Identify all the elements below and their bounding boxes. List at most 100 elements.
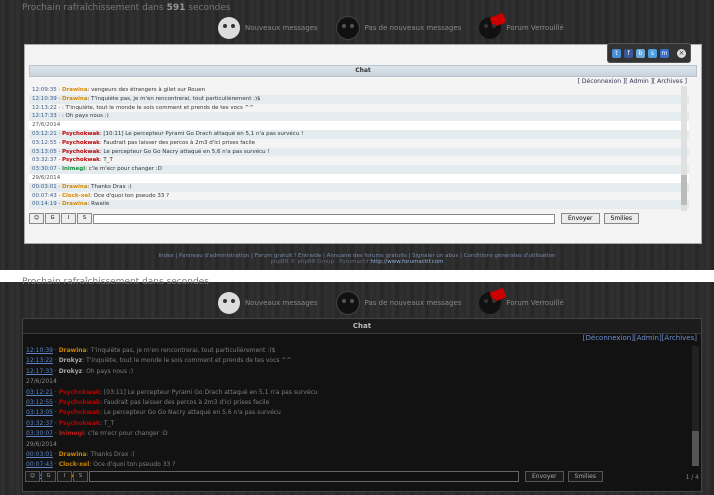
message-time[interactable]: 12:13:22 xyxy=(32,105,57,111)
message-time[interactable]: 03:12:55 xyxy=(26,399,53,406)
message-username[interactable]: Psychokwak xyxy=(59,399,100,406)
message-time[interactable]: 03:32:37 xyxy=(32,157,57,163)
message-text: : Oce d'quoi ton pseudo 33 ? xyxy=(90,192,169,199)
chat-message: 00:07:43 · Clock-xel: Oce d'quoi ton pse… xyxy=(26,461,176,469)
footer: Index | Panneau d'administration | Forum… xyxy=(0,253,714,265)
message-username[interactable]: Drokyz xyxy=(59,357,82,364)
white-skull-icon xyxy=(218,17,240,39)
italic-tool-button[interactable]: I xyxy=(61,213,76,224)
message-time[interactable]: 12:17:33 xyxy=(32,113,57,119)
chat-message-input[interactable] xyxy=(89,471,519,482)
chat-message: 12:17:33 · : Oh pays nous :) xyxy=(29,112,689,122)
message-text: : c'le m'ecr pour changer :D xyxy=(83,430,168,438)
italic-tool-button[interactable]: I xyxy=(57,471,72,482)
message-time[interactable]: 03:30:07 xyxy=(32,166,57,172)
message-username[interactable]: Drawina xyxy=(59,451,87,458)
bold-tool-button[interactable]: G xyxy=(45,213,60,224)
chat-scrollbar[interactable] xyxy=(692,346,699,466)
message-username[interactable]: Drawina xyxy=(62,201,88,207)
smilies-button[interactable]: Smilies xyxy=(603,213,640,224)
message-time[interactable]: 12:09:35 xyxy=(32,87,57,93)
legend-locked: Forum Verrouillé xyxy=(479,292,564,314)
twitter-icon[interactable]: t xyxy=(612,48,621,58)
message-username[interactable]: Psychokwak xyxy=(59,389,100,396)
footer-link[interactable]: http://www.forumactif.com xyxy=(370,259,443,265)
message-time[interactable]: 03:13:05 xyxy=(26,409,53,416)
message-text: : T'inquiète, tout le monde le sois comm… xyxy=(82,357,292,365)
refresh-countdown: Prochain rafraîchissement dans secondes xyxy=(22,277,209,287)
strike-tool-button[interactable]: S xyxy=(73,471,88,482)
message-username[interactable]: Drawina xyxy=(59,347,87,354)
message-username[interactable]: Psychokwak xyxy=(62,157,100,163)
forum-legend: Nouveaux messages Pas de nouveaux messag… xyxy=(218,16,582,40)
message-username[interactable]: Inimegi xyxy=(59,430,84,437)
message-text: : Faudrait pas laisser des percos à 2m3 … xyxy=(99,398,270,406)
chat-title: Chat xyxy=(29,65,697,77)
legend-new-messages: Nouveaux messages xyxy=(218,292,318,314)
scrollbar-thumb[interactable] xyxy=(681,175,687,205)
message-username[interactable]: Psychokwak xyxy=(62,149,100,155)
chat-panel-light: t f b s m × Chat [ Déconnexion ][ Admin … xyxy=(24,43,702,244)
chat-links[interactable]: [Déconnexion][Admin][Archives] xyxy=(583,334,697,342)
message-time[interactable]: 00:03:01 xyxy=(26,451,53,458)
legend-label: Nouveaux messages xyxy=(245,24,318,32)
message-username[interactable]: Drokyz xyxy=(59,368,82,375)
smiley-tool-button[interactable]: ☺ xyxy=(25,471,40,482)
smilies-button[interactable]: Smilies xyxy=(567,471,604,482)
chat-message: 03:12:55 · Psychokwak: Faudrait pas lais… xyxy=(32,139,255,146)
message-time[interactable]: 03:32:37 xyxy=(26,420,53,427)
message-username[interactable]: Drawina xyxy=(62,96,88,102)
bold-tool-button[interactable]: G xyxy=(41,471,56,482)
message-time[interactable]: 03:12:21 xyxy=(26,389,53,396)
message-time[interactable]: 03:13:05 xyxy=(32,149,57,155)
white-skull-icon xyxy=(218,292,240,314)
strike-tool-button[interactable]: S xyxy=(77,213,92,224)
scrollbar-thumb[interactable] xyxy=(692,431,699,466)
chat-links[interactable]: [ Déconnexion ][ Admin ][ Archives ] xyxy=(578,78,687,85)
message-text: : [10:11] Le percepteur Pyrami Go Drach … xyxy=(99,130,304,137)
close-icon[interactable]: × xyxy=(677,48,686,58)
message-text: : Faudrait pas laisser des percos à 2m3 … xyxy=(99,139,255,146)
message-text: : T'inquiète, tout le monde le sois comm… xyxy=(61,104,254,111)
message-time[interactable]: 03:12:21 xyxy=(32,131,57,137)
chat-message: 03:12:55 · Psychokwak: Faudrait pas lais… xyxy=(26,398,270,406)
chat-message: 12:09:35 · Drawina: vengeurs des étrange… xyxy=(32,87,206,93)
message-time[interactable]: 00:07:43 xyxy=(32,193,57,199)
message-username[interactable]: Psychokwak xyxy=(62,131,100,137)
message-username[interactable]: Psychokwak xyxy=(62,140,100,146)
chat-message-input[interactable] xyxy=(93,213,555,224)
legend-label: Forum Verrouillé xyxy=(506,24,564,32)
message-username[interactable]: Drawina xyxy=(62,87,88,93)
message-time[interactable]: 03:12:55 xyxy=(32,140,57,146)
message-username[interactable]: Psychokwak xyxy=(59,420,100,427)
facebook-icon[interactable]: f xyxy=(624,48,633,58)
send-button[interactable]: Envoyer xyxy=(525,471,564,482)
legend-new-messages: Nouveaux messages xyxy=(218,17,318,39)
message-username[interactable]: Clock-xel xyxy=(59,461,90,468)
message-time[interactable]: 00:14:19 xyxy=(32,201,57,207)
chat-input-bar: ☺ G I S Envoyer Smilies xyxy=(29,213,689,224)
mail-icon[interactable]: m xyxy=(660,48,669,58)
smiley-tool-button[interactable]: ☺ xyxy=(29,213,44,224)
message-time[interactable]: 00:07:43 xyxy=(26,461,53,468)
message-time[interactable]: 12:10:39 xyxy=(32,96,57,102)
message-username[interactable]: Inimegi xyxy=(62,166,85,172)
message-username[interactable]: Psychokwak xyxy=(59,409,100,416)
chat-message: 03:12:21 · Psychokwak: [03:11] Le percep… xyxy=(26,388,318,396)
message-username[interactable]: Drawina xyxy=(62,184,88,190)
message-time[interactable]: 12:13:22 xyxy=(26,357,53,364)
refresh-countdown: Prochain rafraîchissement dans 591 secon… xyxy=(22,3,231,13)
send-button[interactable]: Envoyer xyxy=(561,213,600,224)
chat-message: 12:17:33 · Drokyz: Oh pays nous :) xyxy=(26,367,134,375)
message-time[interactable]: 12:10:39 xyxy=(26,347,53,354)
chat-message: 03:32:37 · Psychokwak: T_T xyxy=(26,419,115,427)
bookmark-icon[interactable]: b xyxy=(636,48,645,58)
message-username[interactable]: Clock-xel xyxy=(62,193,90,199)
message-time[interactable]: 12:17:33 xyxy=(26,368,53,375)
message-time[interactable]: 03:30:07 xyxy=(26,430,53,437)
message-text: : T'inquiète pas, je m'en rencontrerai, … xyxy=(86,347,276,354)
chat-scrollbar[interactable] xyxy=(681,86,687,211)
share-toolbar: t f b s m × xyxy=(607,43,691,63)
message-time[interactable]: 00:03:01 xyxy=(32,184,57,190)
share-icon[interactable]: s xyxy=(648,48,657,58)
